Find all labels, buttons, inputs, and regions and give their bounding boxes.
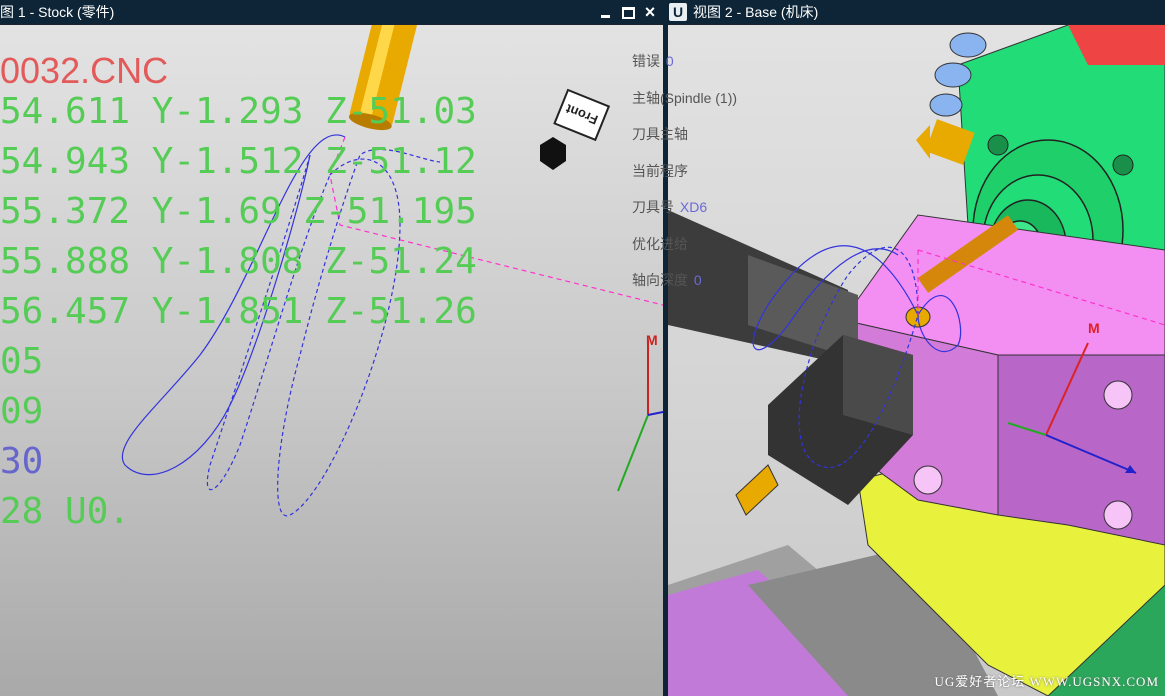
info-label: 优化进给 [632, 235, 688, 252]
nc-line: 54.611 Y-1.293 Z-51.03 [0, 91, 477, 132]
view2-title: 视图 2 - Base (机床) [693, 4, 819, 20]
watermark: UG爱好者论坛 WWW.UGSNX.COM [934, 674, 1159, 689]
orientation-cube-corner [540, 137, 566, 170]
nc-line: 55.372 Y-1.69 Z-51.195 [0, 191, 477, 232]
info-label: 轴向深度 [632, 272, 688, 288]
info-label: 主轴 [632, 89, 660, 106]
simulation-info-panel: 错误 0 主轴(Spindle (1)) 刀具主轴 当前程序 刀具号 XD6 优… [632, 51, 737, 307]
view1-viewport[interactable]: Front M 0032.CNC 54.611 Y-1.293 Z-51.03 … [0, 25, 663, 696]
info-row-error: 错误 0 [632, 51, 737, 88]
nc-line: 09 [0, 391, 44, 432]
nc-line: 54.943 Y-1.512 Z-51.12 [0, 141, 477, 182]
nc-line: 55.888 Y-1.808 Z-51.24 [0, 241, 477, 282]
wcs-label: M [1088, 320, 1100, 336]
info-label: 当前程序 [632, 162, 688, 179]
close-icon: × [644, 2, 656, 22]
maximize-icon [622, 7, 635, 19]
info-row-optimized-feed: 优化进给 [632, 234, 737, 271]
nc-line: 56.457 Y-1.851 Z-51.26 [0, 291, 477, 332]
nx-logo-icon: U [669, 3, 687, 21]
info-label: 错误 [632, 53, 660, 69]
minimize-icon [601, 15, 610, 18]
close-button[interactable]: × [642, 2, 658, 22]
wcs-triad: M [617, 332, 663, 492]
info-row-tool-number: 刀具号 XD6 [632, 197, 737, 234]
info-value: (Spindle (1)) [660, 89, 738, 106]
nc-line: 30 [0, 441, 44, 482]
nc-line: 28 U0. [0, 491, 131, 532]
maximize-button[interactable] [620, 4, 636, 20]
info-row-spindle: 主轴(Spindle (1)) [632, 88, 737, 125]
view2-viewport[interactable]: M UG爱好者论坛 WWW.UGSNX.COM [668, 25, 1165, 696]
minimize-button[interactable] [598, 4, 614, 20]
view1-title: 图 1 - Stock (零件) [0, 4, 115, 20]
info-label: 刀具号 [632, 199, 674, 215]
info-row-current-program: 当前程序 [632, 161, 737, 198]
info-label: 刀具主轴 [632, 126, 688, 142]
view2-titlebar[interactable]: U 视图 2 - Base (机床) [666, 0, 1165, 24]
info-value: 0 [693, 272, 702, 288]
nc-line: 05 [0, 341, 44, 382]
wcs-label: M [646, 332, 658, 348]
nc-filename: 0032.CNC [0, 50, 169, 91]
view1-titlebar[interactable]: 图 1 - Stock (零件) × [0, 0, 664, 24]
info-value: 0 [665, 53, 674, 69]
orientation-cube: Front [553, 88, 611, 142]
view2-graphics: M [668, 25, 1165, 696]
info-row-axial-depth: 轴向深度 0 [632, 270, 737, 307]
info-row-tool-spindle: 刀具主轴 [632, 124, 737, 161]
info-value: XD6 [679, 199, 708, 215]
